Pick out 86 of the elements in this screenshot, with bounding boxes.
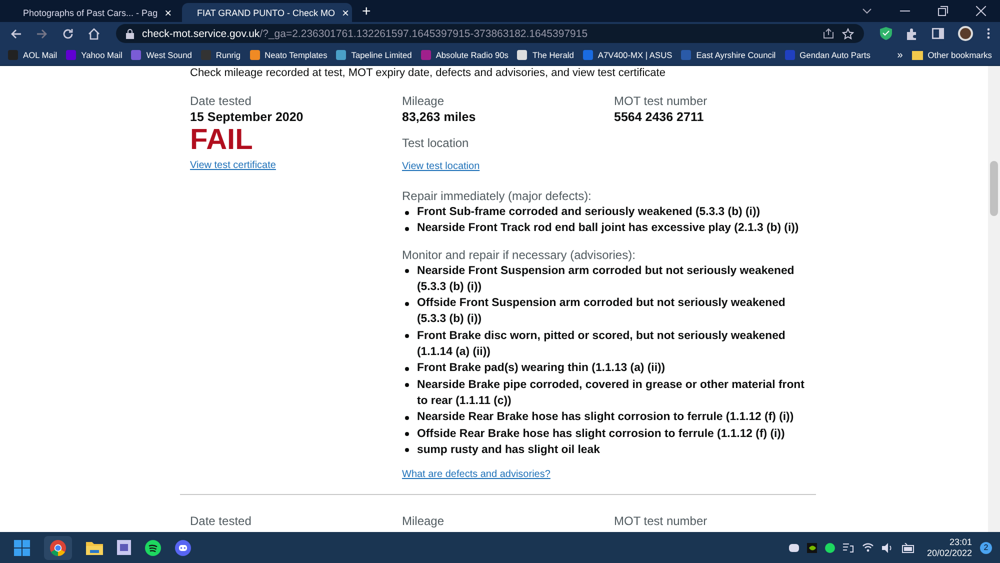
wifi-icon[interactable] xyxy=(862,543,874,552)
other-bookmarks-folder[interactable]: Other bookmarks xyxy=(912,50,992,60)
location-link[interactable]: View test location xyxy=(402,160,480,174)
result-text: FAIL xyxy=(190,125,254,155)
tab-search-icon[interactable] xyxy=(862,8,872,14)
speaker-icon[interactable] xyxy=(882,542,894,552)
back-icon[interactable] xyxy=(10,28,22,38)
more-bookmarks-button[interactable]: » xyxy=(897,50,903,60)
star-icon[interactable] xyxy=(842,28,854,40)
new-tab-button[interactable]: + xyxy=(362,2,371,20)
date-label: Date tested xyxy=(190,513,252,530)
bookmark[interactable]: Neato Templates xyxy=(250,50,328,60)
clock[interactable]: 23:01 20/02/2022 xyxy=(926,536,972,558)
defect-item: Front Brake pad(s) wearing thin (1.1.13 (a) (ii)) xyxy=(417,361,666,376)
mileage-value: 83,263 miles xyxy=(402,109,477,125)
menu-icon[interactable] xyxy=(987,28,990,39)
bookmark[interactable]: Runrig xyxy=(200,50,241,60)
close-icon[interactable] xyxy=(976,6,986,16)
test-number-label: MOT test number xyxy=(614,93,708,109)
chat-app-icon[interactable] xyxy=(175,540,191,556)
defect-item: Nearside Front Track rod end ball joint has excessive play (2.1.3 (b) (i)) xyxy=(417,221,800,236)
forward-icon[interactable] xyxy=(36,28,48,38)
defect-item: Offside Rear Brake hose has slight corrosion to ferrule (1.1.12 (f) (i)) xyxy=(417,426,786,442)
maximize-icon[interactable] xyxy=(938,6,948,16)
browser-tab[interactable]: FIAT GRAND PUNTO - Check MO × xyxy=(182,3,352,22)
address-bar[interactable]: check-mot.service.gov.uk/?_ga=2.236301761.132261597.1645397915-373863182.1645397915 xyxy=(116,24,864,43)
minimize-icon[interactable] xyxy=(900,10,910,12)
shield-icon[interactable] xyxy=(880,27,892,40)
gpu-tray-icon[interactable] xyxy=(806,542,817,552)
bullet-icon xyxy=(405,334,409,338)
intro-text: Check mileage recorded at test, MOT expiry date, defects and advisories, and view test certificate xyxy=(190,67,666,80)
taskbar-app[interactable] xyxy=(44,536,72,560)
defect-heading: Repair immediately (major defects): xyxy=(402,188,592,204)
bookmark[interactable]: Tapeline Limited xyxy=(336,50,412,60)
folder-icon xyxy=(912,50,923,60)
music-app-icon[interactable] xyxy=(145,540,161,556)
lock-icon xyxy=(126,28,134,38)
avatar-icon[interactable] xyxy=(958,26,973,41)
close-tab-button[interactable]: × xyxy=(164,6,172,20)
bullet-icon xyxy=(405,269,409,274)
defect-item: Nearside Rear Brake hose has slight corrosion to ferrule (1.1.12 (f) (i)) xyxy=(417,410,795,426)
test-number-label: MOT test number xyxy=(614,513,708,530)
bullet-icon xyxy=(405,448,409,452)
folder-icon[interactable] xyxy=(86,540,103,554)
date-label: Date tested xyxy=(190,93,252,109)
browser-tab[interactable]: Photographs of Past Cars... - Pag × xyxy=(8,3,178,22)
bullet-icon xyxy=(405,366,409,371)
close-tab-button[interactable]: × xyxy=(342,6,350,20)
start-icon[interactable] xyxy=(14,540,30,556)
home-icon[interactable] xyxy=(88,28,100,40)
certificate-link[interactable]: View test certificate xyxy=(190,159,276,173)
defect-item: Front Brake disc worn, pitted or scored, but not seriously weakened (1.1.14 (a) (ii)) xyxy=(417,328,786,360)
defect-heading: Monitor and repair if necessary (advisories): xyxy=(402,246,636,263)
mileage-label: Mileage xyxy=(402,513,446,530)
bookmark[interactable]: Absolute Radio 90s xyxy=(420,50,508,60)
bookmark[interactable]: Yahoo Mail xyxy=(66,50,122,60)
location-label: Test location xyxy=(402,135,470,151)
share-icon[interactable] xyxy=(823,28,834,39)
date-value: 15 September 2020 xyxy=(190,109,304,125)
bullet-icon xyxy=(405,416,409,420)
bookmark[interactable]: A7V400-MX | ASUS xyxy=(582,50,672,60)
defect-item: sump rusty and has slight oil leak xyxy=(417,442,601,458)
defect-item: Offside Front Suspension arm corroded but not seriously weakened (5.3.3 (b) (i)) xyxy=(417,296,786,328)
side-panel-icon[interactable] xyxy=(932,28,944,39)
test-number-value: 5564 2436 2711 xyxy=(614,109,705,125)
bullet-icon xyxy=(405,432,409,436)
scrollbar-thumb[interactable] xyxy=(990,161,998,216)
bullet-icon xyxy=(405,226,409,231)
bullet-icon xyxy=(405,302,409,306)
browser-icon xyxy=(50,540,66,556)
defect-item: Front Sub-frame corroded and seriously weakened (5.3.3 (b) (i)) xyxy=(417,205,762,220)
bullet-icon xyxy=(405,210,409,214)
bookmark[interactable]: Gendan Auto Parts xyxy=(784,50,870,60)
extensions-icon[interactable] xyxy=(906,28,918,40)
document-app-icon[interactable] xyxy=(117,540,131,555)
defects-help-link[interactable]: What are defects and advisories? xyxy=(402,468,550,482)
mileage-label: Mileage xyxy=(402,93,446,109)
bookmark[interactable]: The Herald xyxy=(517,50,574,60)
defect-item: Nearside Brake pipe corroded, covered in grease or other material front to rear (1.1.11 (c)) xyxy=(417,378,806,409)
reload-icon[interactable] xyxy=(62,28,74,40)
bookmark[interactable]: East Ayrshire Council xyxy=(681,50,776,60)
bullet-icon xyxy=(405,383,409,388)
notification-badge[interactable]: 2 xyxy=(980,542,992,554)
bookmark[interactable]: West Sound xyxy=(131,50,192,60)
bookmark[interactable]: AOL Mail xyxy=(8,50,58,60)
defect-item: Nearside Front Suspension arm corroded but not seriously weakened (5.3.3 (b) (i)) xyxy=(417,264,796,295)
